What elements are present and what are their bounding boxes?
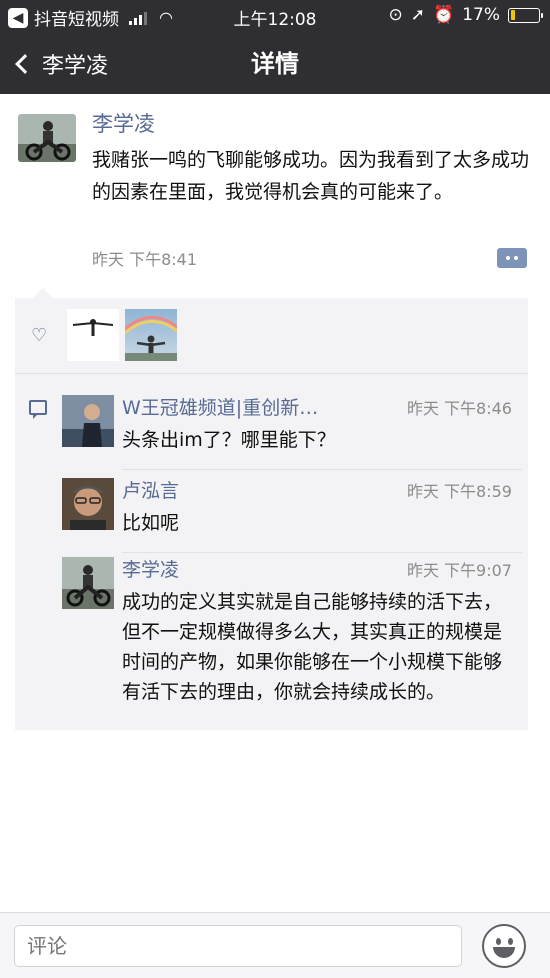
top-bar: ◀ 抖音短视频 ◠ 上午12:08 ⊙ ➚ ⏰ 17% 李学凌 详情 — [0, 0, 550, 94]
comment-item[interactable]: 李学凌 昨天 下午9:07 成功的定义其实就是自己能够持续的活下去，但不一定规模… — [62, 557, 522, 727]
commenter-avatar[interactable] — [62, 395, 114, 447]
comment-time: 昨天 下午8:59 — [406, 482, 512, 501]
emoji-eye — [496, 938, 501, 945]
comment-text: 成功的定义其实就是自己能够持续的活下去，但不一定规模做得多么大，其实真正的规模是… — [122, 591, 503, 703]
comment-item[interactable]: 卢泓言 昨天 下午8:59 比如呢 — [62, 478, 522, 558]
status-right: ⊙ ➚ ⏰ 17% — [388, 5, 543, 25]
post-author-name[interactable]: 李学凌 — [92, 108, 155, 138]
back-button[interactable]: 李学凌 — [10, 36, 108, 92]
interaction-panel: ♡ W王冠雄频道|重创新… 昨天 下午8:46 头条出im了？哪里能下？ 卢泓言… — [15, 288, 528, 730]
post-text: 我赌张一鸣的飞聊能够成功。因为我看到了太多成功的因素在里面，我觉得机会真的可能来… — [92, 149, 530, 203]
comment-time: 昨天 下午9:07 — [406, 561, 512, 580]
alarm-icon: ⏰ — [433, 5, 455, 25]
commenter-name[interactable]: 李学凌 — [122, 555, 179, 582]
commenter-name[interactable]: 卢泓言 — [122, 476, 179, 503]
comment-divider — [122, 552, 522, 553]
commenter-avatar[interactable] — [62, 478, 114, 530]
comment-input[interactable] — [14, 925, 462, 967]
battery-icon — [508, 7, 543, 23]
emoji-eye — [508, 938, 513, 945]
comment-bar — [0, 912, 550, 978]
comment-time: 昨天 下午8:46 — [406, 399, 512, 418]
heart-icon: ♡ — [31, 325, 48, 346]
like-avatar[interactable] — [67, 309, 119, 361]
commenter-avatar[interactable] — [62, 557, 114, 609]
commenter-name-text: W王冠雄频道|重创新… — [122, 397, 319, 419]
chevron-left-icon — [15, 54, 35, 74]
comment-text: 比如呢 — [122, 512, 180, 534]
back-button-label: 李学凌 — [42, 54, 109, 79]
status-bar: ◀ 抖音短视频 ◠ 上午12:08 ⊙ ➚ ⏰ 17% — [0, 0, 550, 32]
more-dots-icon[interactable] — [497, 248, 527, 268]
post-author-avatar[interactable] — [18, 114, 76, 162]
battery-percent: 17% — [462, 5, 500, 25]
commenter-name[interactable]: W王冠雄频道|重创新… — [122, 393, 318, 420]
comment-text: 头条出im了？哪里能下？ — [122, 429, 336, 451]
comment-item[interactable]: W王冠雄频道|重创新… 昨天 下午8:46 头条出im了？哪里能下？ — [62, 395, 522, 475]
like-avatar[interactable] — [125, 309, 177, 361]
lock-rotation-icon: ⊙ — [388, 5, 403, 25]
location-icon: ➚ — [410, 5, 426, 25]
post-time: 昨天 下午8:41 — [92, 250, 198, 269]
emoji-icon[interactable] — [482, 924, 526, 968]
comment-divider — [122, 469, 522, 470]
emoji-mouth — [493, 947, 515, 958]
comment-icon — [29, 400, 47, 419]
like-row: ♡ — [15, 298, 528, 374]
nav-bar: 李学凌 详情 — [0, 36, 550, 92]
